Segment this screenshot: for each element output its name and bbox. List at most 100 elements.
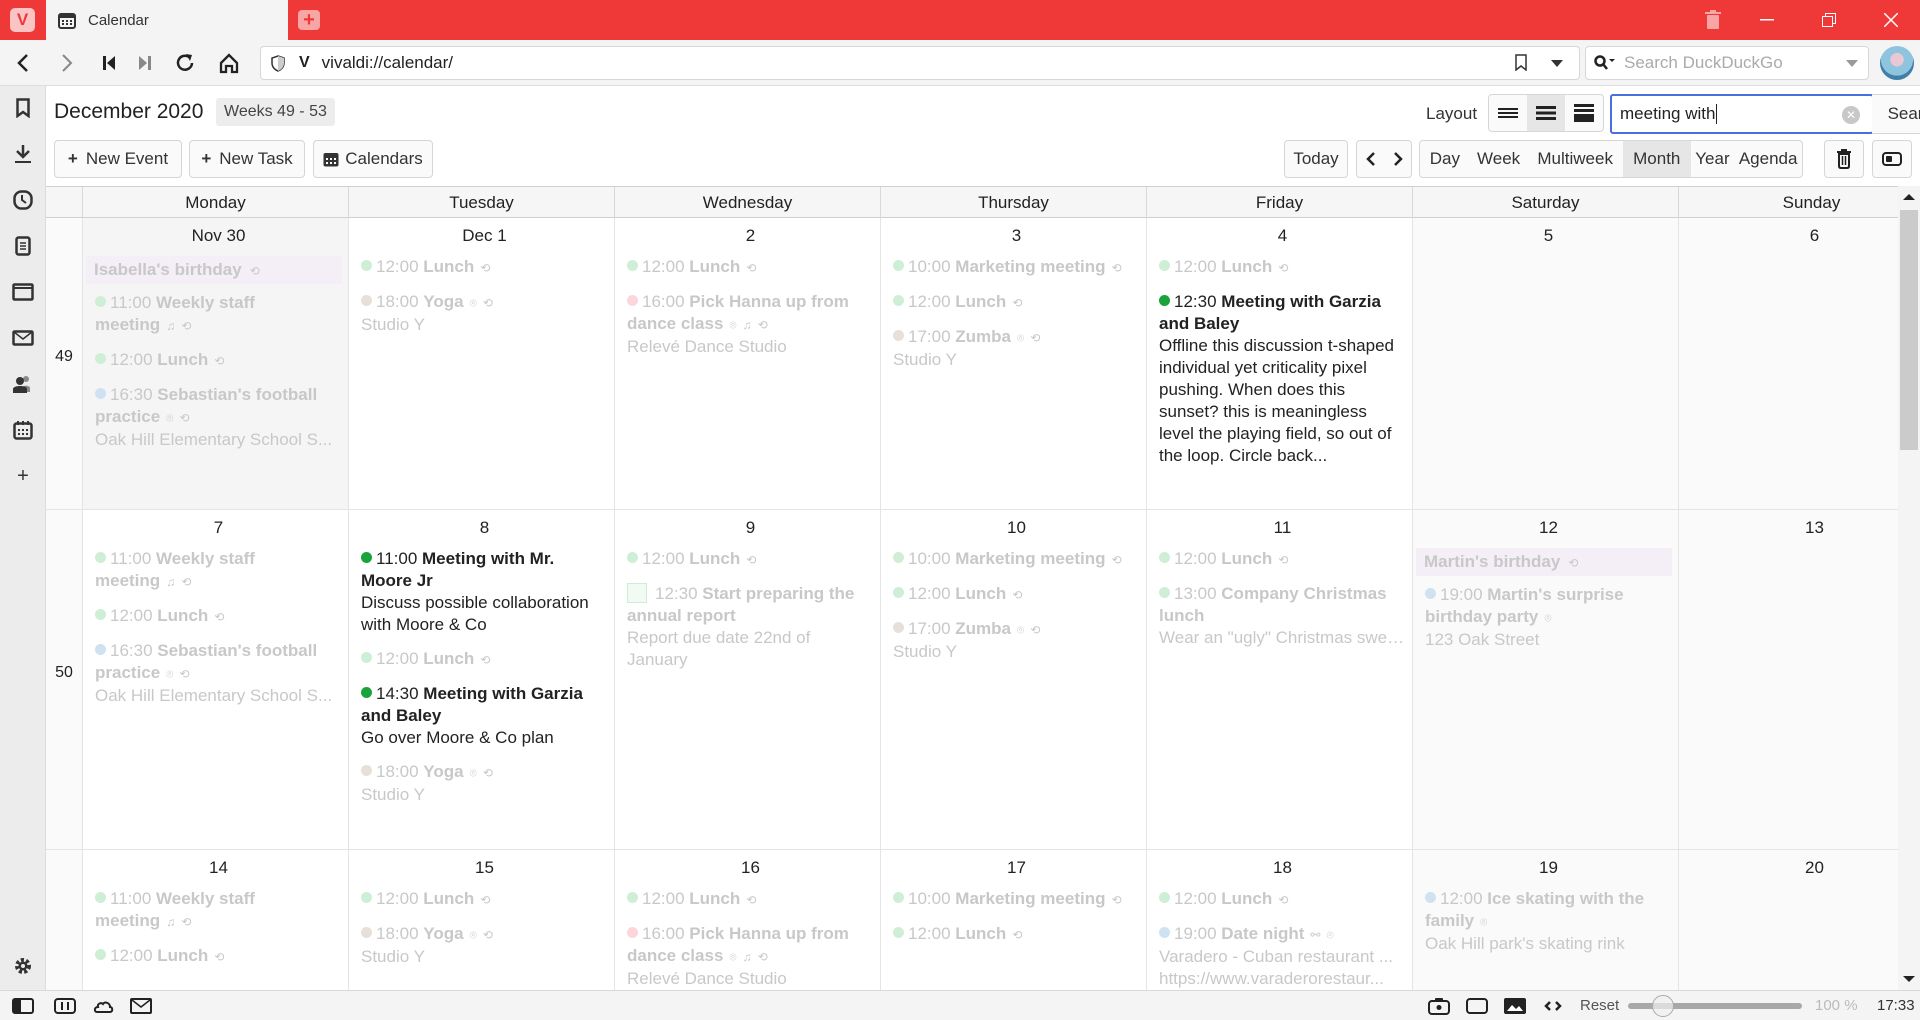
profile-avatar[interactable] <box>1880 46 1914 80</box>
day-cell[interactable]: Dec 1 12:00 Lunch ⟲ 18:00 Yoga ⌾ ⟲ Studio Y <box>348 218 614 509</box>
tab-calendar[interactable]: Calendar <box>46 0 288 40</box>
day-number[interactable]: 15 <box>361 858 608 882</box>
bookmarks-icon[interactable] <box>11 96 35 120</box>
calendar-event[interactable]: 12:00 Lunch ⟲ <box>893 291 1140 314</box>
calendar-event[interactable]: 18:00 Yoga ⌾ ⟲ Studio Y <box>361 761 608 806</box>
contacts-icon[interactable] <box>11 372 35 396</box>
view-day[interactable]: Day <box>1420 141 1470 177</box>
day-number[interactable]: 20 <box>1691 858 1898 882</box>
day-cell[interactable]: 9 12:00 Lunch ⟲ 12:30 Start preparing the a… <box>614 510 880 849</box>
day-number[interactable]: 17 <box>893 858 1140 882</box>
vivaldi-menu-button[interactable]: V <box>10 8 35 32</box>
day-cell[interactable]: 16 12:00 Lunch ⟲ 16:00 Pick Hanna up from d… <box>614 850 880 990</box>
scroll-up-arrow[interactable] <box>1903 194 1915 200</box>
calendar-event[interactable]: 12:00 Lunch ⟲ <box>893 923 1140 946</box>
day-cell[interactable]: 11 12:00 Lunch ⟲ 13:00 Company Christmas lu… <box>1146 510 1412 849</box>
calendar-event[interactable]: 12:00 Lunch ⟲ <box>95 349 342 372</box>
new-tab-button[interactable]: + <box>298 10 320 30</box>
calendar-event[interactable]: 19:00 Martin's surprise birthday party ⌾ 1… <box>1425 584 1672 651</box>
day-cell[interactable]: 19 12:00 Ice skating with the family ⌾ Oak … <box>1412 850 1678 990</box>
day-cell[interactable]: 4 12:00 Lunch ⟲ 12:30 Meeting with Garzia a… <box>1146 218 1412 509</box>
images-toggle-icon[interactable] <box>1504 996 1526 1016</box>
calendar-event[interactable]: 12:00 Lunch ⟲ <box>361 888 608 911</box>
search-button[interactable]: Search <box>1872 94 1920 134</box>
task-checkbox[interactable] <box>627 583 647 603</box>
view-month[interactable]: Month <box>1622 141 1691 177</box>
calendar-event[interactable]: 12:00 Lunch ⟲ <box>627 548 874 571</box>
scroll-down-arrow[interactable] <box>1903 976 1915 982</box>
day-cell[interactable]: 17 10:00 Marketing meeting ⟲ 12:00 Lunch ⟲ <box>880 850 1146 990</box>
calendar-event[interactable]: 12:00 Lunch ⟲ <box>95 945 342 968</box>
day-number[interactable]: 19 <box>1425 858 1672 882</box>
previous-button[interactable] <box>1357 141 1384 177</box>
view-year[interactable]: Year <box>1691 141 1735 177</box>
delete-button[interactable] <box>1824 140 1864 178</box>
day-cell[interactable]: 2 12:00 Lunch ⟲ 16:00 Pick Hanna up from da… <box>614 218 880 509</box>
calendar-search-input[interactable]: meeting with ✕ <box>1610 94 1874 134</box>
new-task-button[interactable]: + New Task <box>189 140 305 178</box>
calendar-event[interactable]: 18:00 Yoga ⌾ ⟲ Studio Y <box>361 923 608 968</box>
calendar-event[interactable]: 12:00 Lunch ⟲ <box>627 256 874 279</box>
layout-compact-button[interactable] <box>1489 95 1527 131</box>
day-number[interactable]: 6 <box>1691 226 1898 250</box>
day-cell[interactable]: 3 10:00 Marketing meeting ⟲ 12:00 Lunch ⟲ 17:… <box>880 218 1146 509</box>
day-cell[interactable]: 13 <box>1678 510 1898 849</box>
url-field[interactable]: V vivaldi://calendar/ <box>260 46 1580 80</box>
calendar-event[interactable]: 12:00 Lunch ⟲ <box>95 605 342 628</box>
calendar-event[interactable]: 18:00 Yoga ⌾ ⟲ Studio Y <box>361 291 608 336</box>
view-agenda[interactable]: Agenda <box>1734 141 1802 177</box>
calendar-event[interactable]: 11:00 Weekly staff meeting ♫ ⟲ <box>95 548 342 593</box>
layout-large-button[interactable] <box>1565 95 1603 131</box>
day-cell[interactable]: 7 11:00 Weekly staff meeting ♫ ⟲ 12:00 Lunch… <box>82 510 348 849</box>
calendar-event[interactable]: 16:30 Sebastian's football practice ⌾ ⟲ Oak… <box>95 384 342 451</box>
home-button[interactable] <box>214 48 244 78</box>
calendar-event[interactable]: 12:00 Lunch ⟲ <box>361 256 608 279</box>
shield-icon[interactable] <box>271 54 285 72</box>
view-week[interactable]: Week <box>1470 141 1528 177</box>
calendar-event[interactable]: 12:00 Lunch ⟲ <box>1159 888 1406 911</box>
calendar-event[interactable]: 12:00 Lunch ⟲ <box>1159 256 1406 279</box>
calendar-event[interactable]: 17:00 Zumba ⌾ ⟲ Studio Y <box>893 326 1140 371</box>
week-number[interactable]: 50 <box>46 664 82 682</box>
day-number[interactable]: 13 <box>1691 518 1898 542</box>
day-number[interactable]: 2 <box>627 226 874 250</box>
sync-cloud-icon[interactable] <box>92 996 114 1016</box>
layout-normal-button[interactable] <box>1527 95 1565 131</box>
window-panel-icon[interactable] <box>11 280 35 304</box>
day-number[interactable]: 11 <box>1159 518 1406 542</box>
zoom-slider-handle[interactable] <box>1652 995 1674 1017</box>
page-tiling-icon[interactable] <box>1466 996 1488 1016</box>
calendar-event[interactable]: 10:00 Marketing meeting ⟲ <box>893 256 1140 279</box>
history-icon[interactable] <box>11 188 35 212</box>
day-number[interactable]: 5 <box>1425 226 1672 250</box>
day-cell[interactable]: 10 10:00 Marketing meeting ⟲ 12:00 Lunch ⟲ 17… <box>880 510 1146 849</box>
vertical-scrollbar[interactable] <box>1898 186 1920 990</box>
day-number[interactable]: Dec 1 <box>361 226 608 250</box>
tab-tiling-icon[interactable] <box>54 996 76 1016</box>
calendar-event[interactable]: 12:30 Meeting with Garzia and Baley Offli… <box>1159 291 1406 467</box>
day-cell[interactable]: 14 11:00 Weekly staff meeting ♫ ⟲ 12:00 Lunc… <box>82 850 348 990</box>
dropdown-arrow-icon[interactable] <box>1551 60 1563 67</box>
fast-forward-button[interactable] <box>130 48 160 78</box>
calendar-event[interactable]: 13:00 Company Christmas lunch Wear an "ug… <box>1159 583 1406 649</box>
day-number[interactable]: 12 <box>1425 518 1672 542</box>
calendar-event[interactable]: 12:00 Lunch ⟲ <box>893 583 1140 606</box>
day-cell[interactable]: 12 Martin's birthday ⟲ 19:00 Martin's surpr… <box>1412 510 1678 849</box>
calendar-event[interactable]: 16:00 Pick Hanna up from dance class ⌾ ♫ ⟲ R… <box>627 923 874 990</box>
today-button[interactable]: Today <box>1284 140 1348 178</box>
day-cell[interactable]: 8 11:00 Meeting with Mr. Moore Jr Discuss … <box>348 510 614 849</box>
forward-button[interactable] <box>52 48 82 78</box>
zoom-reset-button[interactable]: Reset <box>1580 997 1619 1014</box>
notes-icon[interactable] <box>11 234 35 258</box>
search-dropdown-icon[interactable] <box>1846 60 1858 67</box>
web-search-field[interactable]: Search DuckDuckGo <box>1585 46 1869 80</box>
page-actions-icon[interactable] <box>1542 996 1564 1016</box>
calendar-event[interactable]: 11:00 Weekly staff meeting ♫ ⟲ <box>95 888 342 933</box>
calendar-event[interactable]: 16:30 Sebastian's football practice ⌾ ⟲ Oak… <box>95 640 342 707</box>
calendar-event[interactable]: 17:00 Zumba ⌾ ⟲ Studio Y <box>893 618 1140 663</box>
calendar-event[interactable]: 14:30 Meeting with Garzia and Baley Go ov… <box>361 683 608 749</box>
day-cell[interactable]: 20 <box>1678 850 1898 990</box>
screenshot-camera-icon[interactable] <box>1428 996 1450 1016</box>
day-number[interactable]: 4 <box>1159 226 1406 250</box>
calendar-event[interactable]: 11:00 Meeting with Mr. Moore Jr Discuss p… <box>361 548 608 636</box>
